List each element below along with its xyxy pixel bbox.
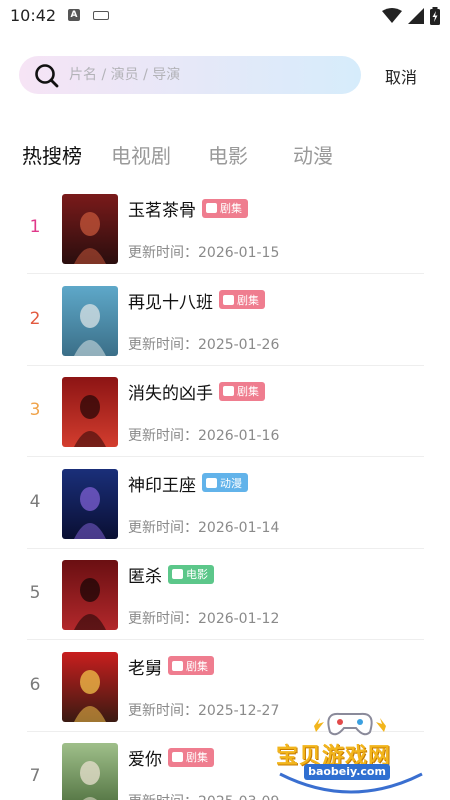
category-badge: 剧集: [219, 290, 265, 309]
update-time: 更新时间：2025-03-09: [128, 791, 279, 800]
search-input[interactable]: [69, 56, 349, 94]
category-badge: 剧集: [202, 198, 248, 218]
item-title[interactable]: 玉茗茶骨 剧集: [128, 196, 248, 221]
list-item[interactable]: 3 消失的凶手 剧集更新时间：2026-01-16: [27, 366, 424, 457]
tab-movies[interactable]: 电影: [208, 140, 248, 169]
rank-number: 2: [29, 308, 41, 329]
rank-number: 4: [29, 491, 41, 512]
item-title[interactable]: 神印王座 动漫: [128, 471, 248, 496]
tv-icon: [223, 386, 234, 396]
update-time-label: 更新时间：: [128, 519, 198, 536]
item-title[interactable]: 老舅 剧集: [128, 654, 214, 679]
poster-thumbnail[interactable]: [62, 743, 118, 800]
update-time-label: 更新时间：: [128, 794, 198, 800]
list-item[interactable]: 1 玉茗茶骨 剧集更新时间：2026-01-15: [27, 183, 424, 274]
category-badge-label: 电影: [186, 568, 208, 581]
update-time-label: 更新时间：: [128, 702, 198, 719]
update-time-label: 更新时间：: [128, 611, 198, 627]
item-title[interactable]: 匿杀 电影: [128, 562, 214, 587]
search-box[interactable]: [19, 56, 361, 94]
watermark-swoosh: [279, 772, 423, 794]
tab-tv-series[interactable]: 电视剧: [111, 140, 171, 169]
status-icons: [382, 6, 440, 26]
update-time-value: 2025-12-27: [198, 702, 280, 719]
category-badge-label: 剧集: [237, 385, 259, 398]
update-time-value: 2026-01-15: [198, 245, 280, 261]
keyboard-icon: [93, 11, 109, 20]
item-title[interactable]: 爱你 剧集: [128, 745, 214, 770]
tv-icon: [172, 660, 183, 671]
notification-icon: A: [68, 9, 80, 21]
list-item[interactable]: 5 匿杀 电影更新时间：2026-01-12: [27, 549, 424, 640]
film-reel-icon: [172, 569, 183, 579]
tab-anime[interactable]: 动漫: [293, 140, 333, 169]
item-title[interactable]: 再见十八班 剧集: [128, 288, 265, 313]
poster-thumbnail[interactable]: [62, 194, 118, 264]
update-time-value: 2026-01-16: [198, 428, 280, 444]
battery-icon: [430, 7, 440, 25]
poster-thumbnail[interactable]: [62, 285, 118, 356]
update-time: 更新时间：2026-01-12: [128, 608, 279, 628]
poster-thumbnail[interactable]: [62, 560, 118, 630]
category-badge: 电影: [168, 564, 214, 584]
category-badge: 剧集: [168, 656, 214, 675]
watermark-logo: 宝贝游戏网 baobeiy.com: [270, 704, 430, 800]
update-time-label: 更新时间：: [128, 428, 198, 444]
status-time: 10:42: [10, 6, 57, 25]
item-title-text: 消失的凶手: [128, 384, 213, 404]
item-title-text: 再见十八班: [128, 292, 213, 313]
rank-number: 3: [29, 400, 41, 420]
poster-thumbnail[interactable]: [62, 468, 118, 539]
update-time: 更新时间：2026-01-14: [128, 517, 279, 537]
update-time-value: 2025-01-26: [198, 336, 280, 353]
category-badge-label: 动漫: [220, 476, 242, 490]
update-time-value: 2025-03-09: [198, 794, 279, 800]
item-title-text: 玉茗茶骨: [128, 201, 196, 221]
tv-icon: [172, 752, 183, 762]
rank-number: 6: [29, 674, 41, 695]
anime-icon: [206, 477, 217, 488]
update-time-value: 2026-01-12: [198, 611, 280, 627]
poster-thumbnail[interactable]: [62, 377, 118, 447]
rank-number: 7: [29, 766, 41, 786]
search-icon: [35, 64, 59, 88]
item-title-text: 老舅: [128, 658, 162, 679]
update-time-label: 更新时间：: [128, 245, 198, 261]
signal-icon: [408, 8, 424, 24]
tv-icon: [206, 203, 217, 213]
category-badge-label: 剧集: [186, 751, 208, 764]
list-item[interactable]: 4 神印王座 动漫更新时间：2026-01-14: [27, 458, 424, 549]
update-time: 更新时间：2026-01-15: [128, 242, 279, 262]
status-bar: 10:42 A: [0, 0, 450, 32]
wifi-icon: [382, 8, 402, 23]
item-title[interactable]: 消失的凶手 剧集: [128, 379, 265, 404]
category-badge: 剧集: [219, 381, 265, 401]
item-title-text: 匿杀: [128, 567, 162, 587]
item-title-text: 神印王座: [128, 475, 196, 496]
gamepad-icon: [314, 712, 386, 736]
category-badge: 剧集: [168, 747, 214, 767]
item-title-text: 爱你: [128, 750, 162, 770]
category-badge-label: 剧集: [237, 293, 259, 307]
update-time: 更新时间：2025-01-26: [128, 334, 279, 354]
category-badge: 动漫: [202, 473, 248, 492]
category-badge-label: 剧集: [186, 659, 208, 673]
rank-number: 1: [29, 217, 41, 237]
list-item[interactable]: 2 再见十八班 剧集更新时间：2025-01-26: [27, 275, 424, 366]
poster-thumbnail[interactable]: [62, 651, 118, 722]
update-time-label: 更新时间：: [128, 336, 198, 353]
update-time: 更新时间：2025-12-27: [128, 700, 279, 720]
category-badge-label: 剧集: [220, 202, 242, 215]
update-time: 更新时间：2026-01-16: [128, 425, 279, 445]
rank-number: 5: [29, 583, 41, 603]
tv-icon: [223, 294, 234, 305]
tab-hot-search[interactable]: 热搜榜: [22, 140, 82, 169]
cancel-button[interactable]: 取消: [385, 64, 417, 88]
update-time-value: 2026-01-14: [198, 519, 280, 536]
